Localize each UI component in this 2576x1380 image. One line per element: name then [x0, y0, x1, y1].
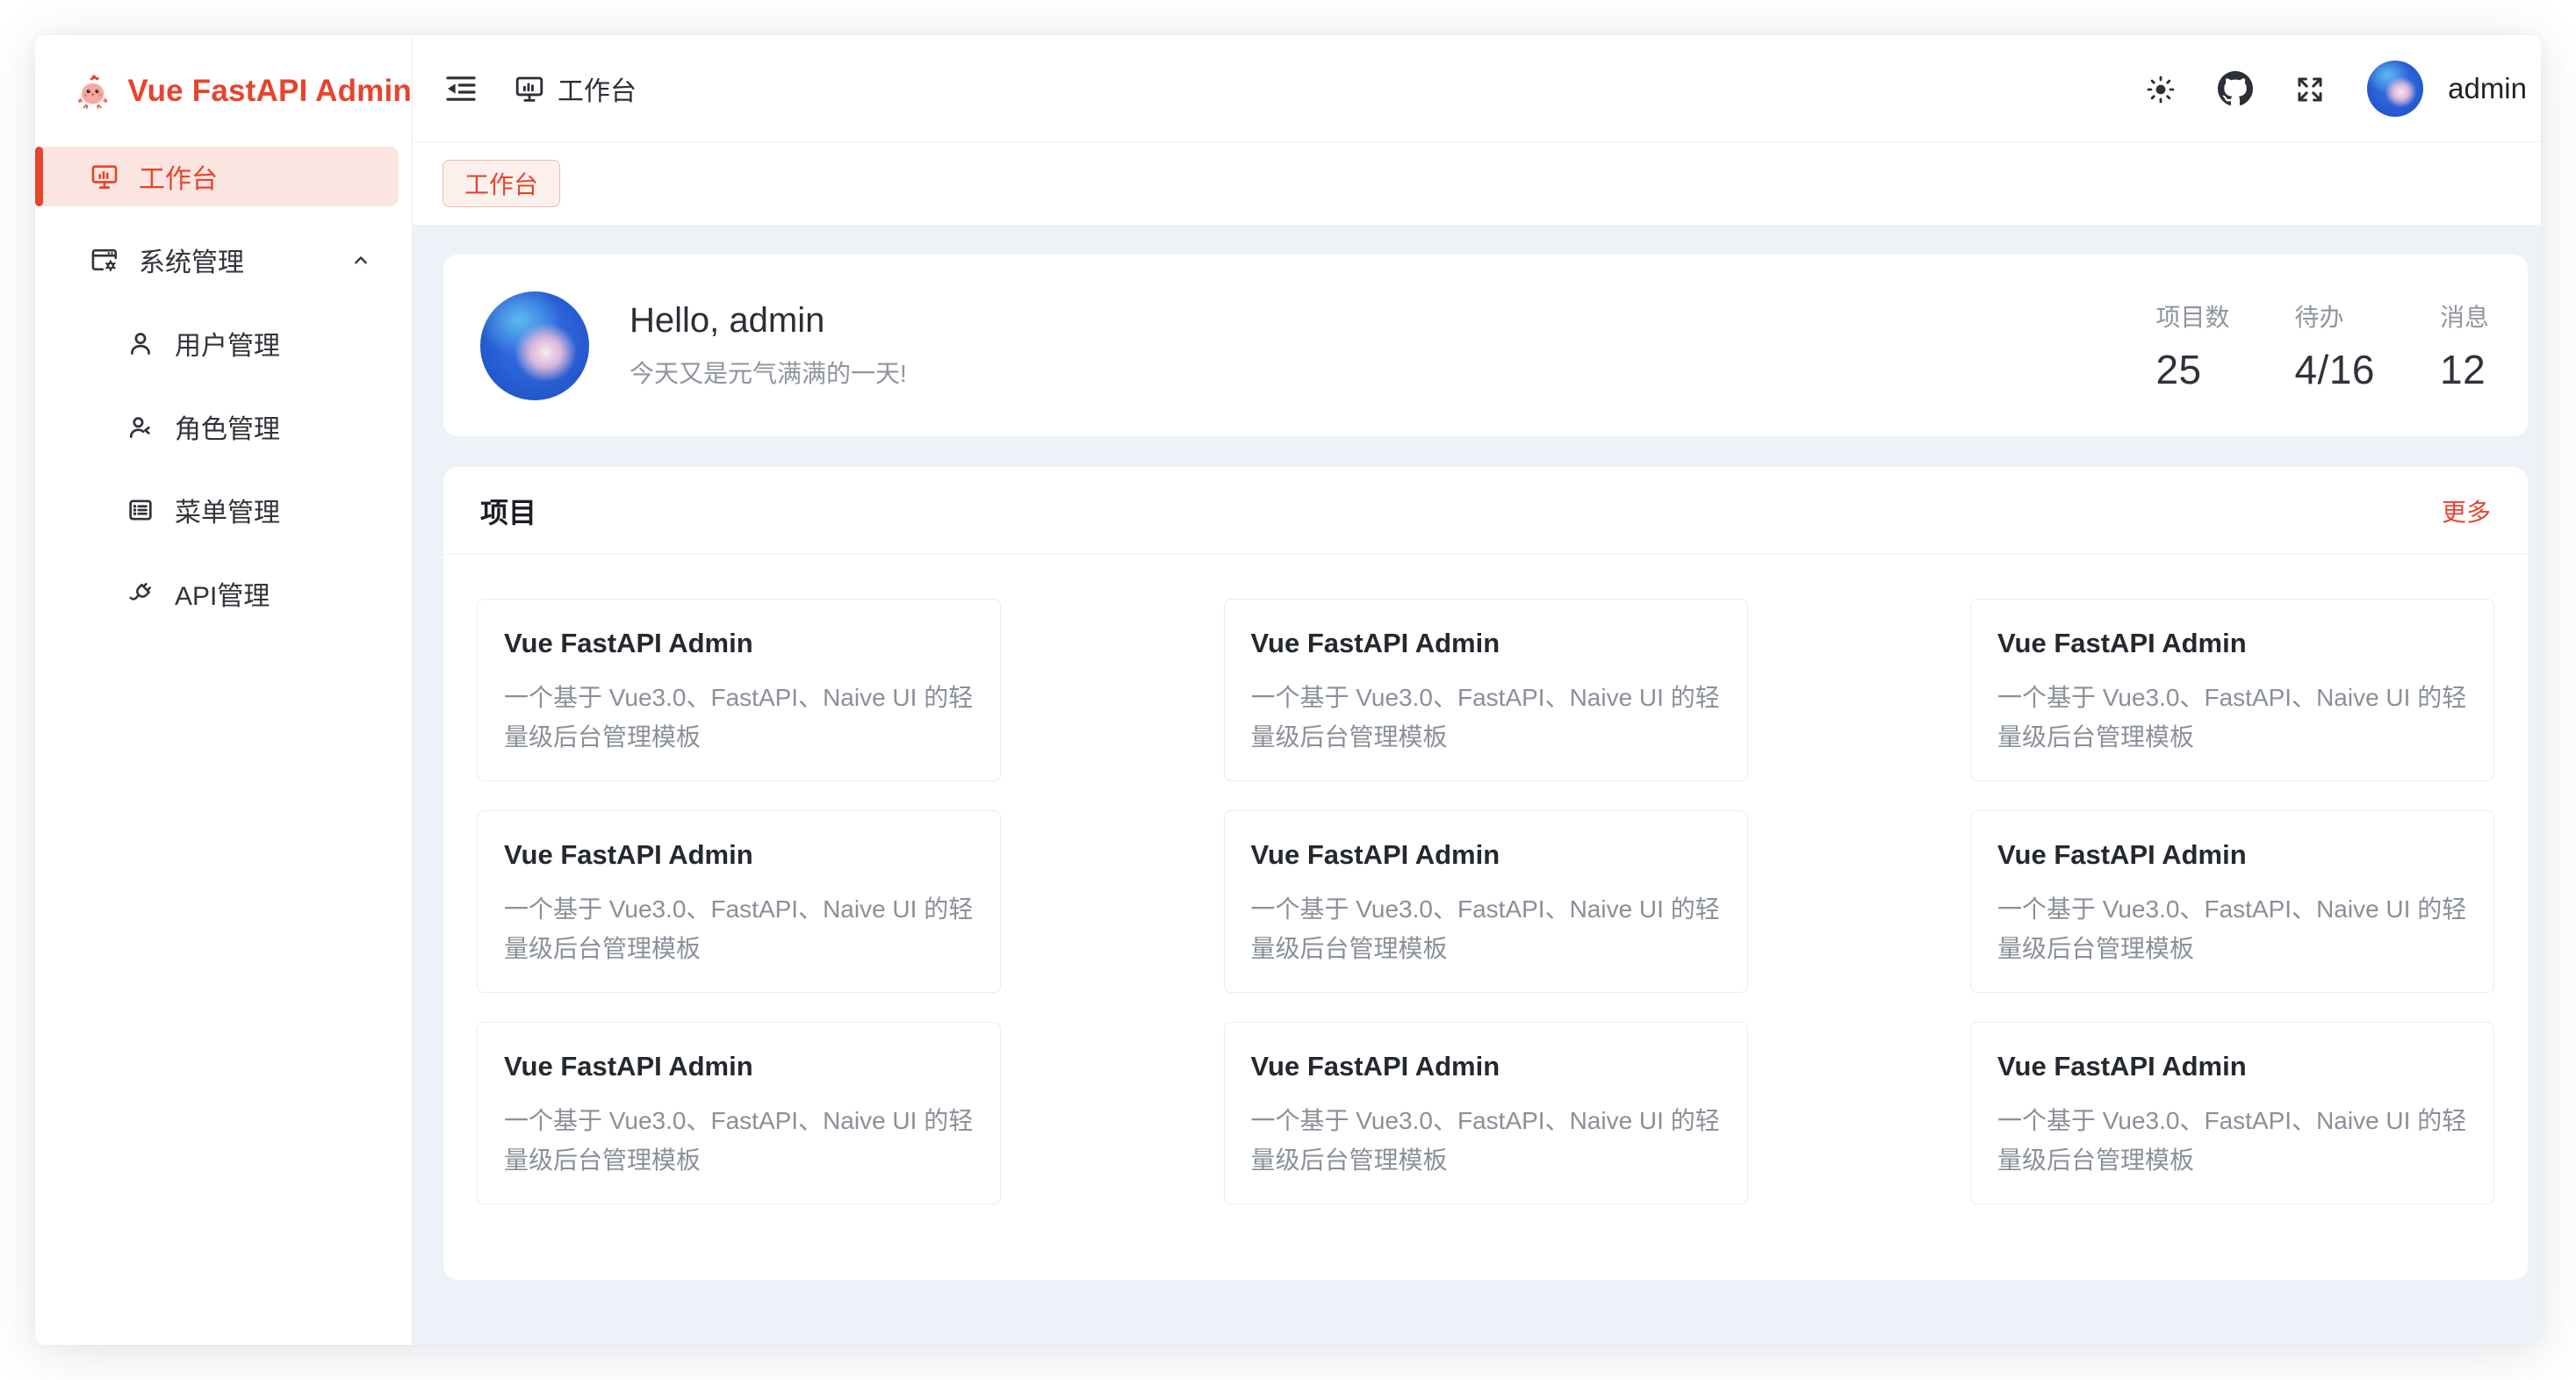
greeting-title: Hello, admin	[630, 301, 907, 341]
tag-workbench[interactable]: 工作台	[443, 160, 560, 207]
app-window: Vue FastAPI Admin 工作台 系统管理 用户管理 角色管理	[35, 35, 2541, 1345]
project-title: Vue FastAPI Admin	[1997, 1051, 2467, 1082]
header-actions: admin	[2144, 61, 2527, 117]
project-title: Vue FastAPI Admin	[504, 839, 974, 871]
project-card[interactable]: Vue FastAPI Admin 一个基于 Vue3.0、FastAPI、Na…	[477, 810, 1001, 993]
sidebar-item-label: 菜单管理	[175, 491, 280, 529]
sidebar-item-menus[interactable]: 菜单管理	[35, 480, 399, 540]
project-description: 一个基于 Vue3.0、FastAPI、Naive UI 的轻量级后台管理模板	[1251, 890, 1721, 969]
project-title: Vue FastAPI Admin	[504, 1051, 974, 1082]
project-description: 一个基于 Vue3.0、FastAPI、Naive UI 的轻量级后台管理模板	[504, 679, 974, 758]
project-card[interactable]: Vue FastAPI Admin 一个基于 Vue3.0、FastAPI、Na…	[1224, 599, 1748, 781]
project-description: 一个基于 Vue3.0、FastAPI、Naive UI 的轻量级后台管理模板	[1997, 890, 2467, 969]
app-logo[interactable]: Vue FastAPI Admin	[35, 35, 412, 147]
github-icon[interactable]	[2218, 71, 2253, 106]
app-title: Vue FastAPI Admin	[127, 74, 412, 109]
project-title: Vue FastAPI Admin	[1997, 839, 2467, 871]
stat-value: 4/16	[2294, 346, 2375, 393]
username[interactable]: admin	[2448, 72, 2527, 105]
more-link[interactable]: 更多	[2442, 493, 2491, 528]
stat-label: 项目数	[2155, 298, 2229, 334]
breadcrumb-label: 工作台	[558, 69, 637, 108]
project-description: 一个基于 Vue3.0、FastAPI、Naive UI 的轻量级后台管理模板	[1997, 1102, 2467, 1181]
user-icon	[126, 328, 155, 358]
project-card[interactable]: Vue FastAPI Admin 一个基于 Vue3.0、FastAPI、Na…	[1224, 810, 1748, 993]
greeting-text: Hello, admin 今天又是元气满满的一天!	[630, 301, 907, 390]
header: 工作台 admin	[413, 35, 2541, 142]
sidebar-menu: 工作台 系统管理 用户管理 角色管理 菜单管理 API管理	[35, 147, 412, 623]
projects-header: 项目 更多	[443, 467, 2528, 555]
page-content: Hello, admin 今天又是元气满满的一天! 项目数 25 待办 4/16…	[413, 225, 2541, 1345]
stats: 项目数 25 待办 4/16 消息 12	[2155, 298, 2491, 393]
stat-messages: 消息 12	[2440, 298, 2489, 393]
project-description: 一个基于 Vue3.0、FastAPI、Naive UI 的轻量级后台管理模板	[504, 890, 974, 969]
active-indicator	[35, 147, 43, 206]
role-icon	[126, 412, 155, 442]
user-avatar-large	[480, 291, 589, 400]
sidebar-item-system[interactable]: 系统管理	[35, 230, 399, 290]
sidebar-item-label: 系统管理	[139, 241, 244, 279]
project-description: 一个基于 Vue3.0、FastAPI、Naive UI 的轻量级后台管理模板	[1997, 679, 2467, 758]
project-title: Vue FastAPI Admin	[504, 628, 974, 659]
sidebar-item-users[interactable]: 用户管理	[35, 313, 399, 373]
projects-card: 项目 更多 Vue FastAPI Admin 一个基于 Vue3.0、Fast…	[443, 467, 2528, 1280]
sidebar-item-workbench[interactable]: 工作台	[35, 147, 399, 206]
project-title: Vue FastAPI Admin	[1997, 628, 2467, 659]
project-title: Vue FastAPI Admin	[1251, 1051, 1721, 1082]
menu-list-icon	[126, 495, 155, 525]
greeting-card: Hello, admin 今天又是元气满满的一天! 项目数 25 待办 4/16…	[443, 255, 2528, 436]
project-card[interactable]: Vue FastAPI Admin 一个基于 Vue3.0、FastAPI、Na…	[1970, 599, 2494, 781]
stat-todos: 待办 4/16	[2294, 298, 2375, 393]
sidebar-item-label: 工作台	[139, 157, 218, 196]
project-title: Vue FastAPI Admin	[1251, 628, 1721, 659]
project-card[interactable]: Vue FastAPI Admin 一个基于 Vue3.0、FastAPI、Na…	[1970, 1022, 2494, 1204]
project-card[interactable]: Vue FastAPI Admin 一个基于 Vue3.0、FastAPI、Na…	[1224, 1022, 1748, 1204]
sidebar: Vue FastAPI Admin 工作台 系统管理 用户管理 角色管理	[35, 35, 413, 1345]
greeting-subtitle: 今天又是元气满满的一天!	[630, 355, 907, 390]
sidebar-item-label: 用户管理	[175, 324, 280, 363]
api-plug-icon	[126, 579, 155, 608]
sidebar-item-label: API管理	[175, 574, 270, 613]
projects-grid: Vue FastAPI Admin 一个基于 Vue3.0、FastAPI、Na…	[443, 555, 2528, 1280]
stat-value: 25	[2155, 346, 2229, 393]
system-settings-icon	[90, 245, 119, 275]
sidebar-item-label: 角色管理	[175, 407, 280, 446]
tag-bar: 工作台	[413, 142, 2541, 225]
collapse-sidebar-icon[interactable]	[443, 71, 479, 106]
stat-label: 待办	[2294, 298, 2375, 334]
stat-label: 消息	[2440, 298, 2489, 334]
workbench-monitor-icon	[90, 162, 119, 191]
main-area: 工作台 admin 工作台 Hello, admin 今天又是元气满满的一天!	[413, 35, 2541, 1345]
stat-value: 12	[2440, 346, 2489, 393]
project-description: 一个基于 Vue3.0、FastAPI、Naive UI 的轻量级后台管理模板	[1251, 679, 1721, 758]
sidebar-item-api[interactable]: API管理	[35, 564, 399, 623]
breadcrumb[interactable]: 工作台	[514, 69, 637, 108]
project-card[interactable]: Vue FastAPI Admin 一个基于 Vue3.0、FastAPI、Na…	[477, 599, 1001, 781]
projects-title: 项目	[480, 491, 536, 531]
sidebar-item-roles[interactable]: 角色管理	[35, 397, 399, 456]
user-avatar[interactable]	[2367, 61, 2423, 117]
theme-sun-icon[interactable]	[2144, 72, 2177, 105]
chick-logo-icon	[74, 64, 112, 119]
workbench-monitor-icon	[514, 73, 545, 104]
project-card[interactable]: Vue FastAPI Admin 一个基于 Vue3.0、FastAPI、Na…	[477, 1022, 1001, 1204]
project-card[interactable]: Vue FastAPI Admin 一个基于 Vue3.0、FastAPI、Na…	[1970, 810, 2494, 993]
project-description: 一个基于 Vue3.0、FastAPI、Naive UI 的轻量级后台管理模板	[504, 1102, 974, 1181]
fullscreen-icon[interactable]	[2293, 72, 2327, 105]
project-title: Vue FastAPI Admin	[1251, 839, 1721, 871]
chevron-up-icon[interactable]	[348, 247, 374, 273]
project-description: 一个基于 Vue3.0、FastAPI、Naive UI 的轻量级后台管理模板	[1251, 1102, 1721, 1181]
stat-projects: 项目数 25	[2155, 298, 2229, 393]
